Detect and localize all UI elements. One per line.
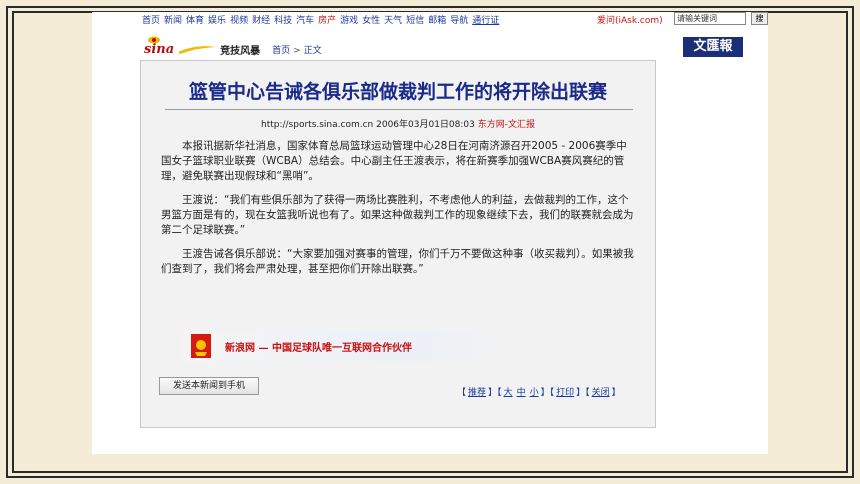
search-input[interactable]	[674, 12, 746, 25]
nav-item[interactable]: 视频	[230, 16, 248, 26]
article-paragraph: 本报讯据新华社消息，国家体育总局篮球运动管理中心28日在河南济源召开2005 -…	[161, 140, 627, 182]
article-paragraph: 王渡告诫各俱乐部说：“大家要加强对赛事的管理，你们千万不要做这种事（收买裁判）。…	[161, 248, 634, 275]
nav-item[interactable]: 体育	[186, 16, 204, 26]
nav-item[interactable]: 通行证	[472, 16, 499, 26]
nav-item[interactable]: 女性	[362, 16, 380, 26]
sina-logo[interactable]: sina	[144, 36, 174, 57]
article-date: 2006年03月01日08:03	[376, 120, 475, 130]
nav-item[interactable]: 汽车	[296, 16, 314, 26]
article-paragraph: 王渡说：“我们有些俱乐部为了获得一两场比赛胜利，不考虑他人的利益，去做裁判的工作…	[161, 194, 634, 236]
article-url: http://sports.sina.com.cn	[260, 120, 374, 130]
font-medium-link[interactable]: 中	[517, 388, 526, 398]
banner-text: 新浪网 — 中国足球队唯一互联网合作伙伴	[225, 342, 412, 354]
close-link[interactable]: 关闭	[592, 388, 610, 398]
article-tools: 【推荐 】【大中小】【 打印 】【 关闭】	[457, 388, 621, 398]
article-title: 篮管中心告诫各俱乐部做裁判工作的将开除出联赛	[188, 81, 607, 103]
nav-item[interactable]: 房产	[318, 16, 336, 26]
font-small-link[interactable]: 小	[530, 388, 539, 398]
nav-item[interactable]: 短信	[406, 16, 424, 26]
swoosh-icon	[178, 46, 217, 54]
article-panel: 篮管中心告诫各俱乐部做裁判工作的将开除出联赛 http://sports.sin…	[140, 60, 656, 428]
article-body: 本报讯据新华社消息，国家体育总局篮球运动管理中心28日在河南济源召开2005 -…	[161, 139, 637, 286]
page-screenshot: 首页 新闻 体育 娱乐 视频 财经 科技 汽车 房产 游戏 女性 天气 短信 邮箱 导航 通行证 爱问(iAs…	[92, 12, 768, 454]
nav-item[interactable]: 新闻	[164, 16, 182, 26]
nav-item[interactable]: 首页	[142, 16, 160, 26]
nav-item[interactable]: 财经	[252, 16, 270, 26]
top-nav: 首页 新闻 体育 娱乐 视频 财经 科技 汽车 房产 游戏 女性 天气 短信 邮箱 导航 通行证	[142, 13, 503, 27]
breadcrumb-current[interactable]: 正文	[304, 46, 322, 56]
breadcrumb-separator: >	[293, 45, 301, 56]
breadcrumb: 首页 > 正文	[272, 43, 322, 56]
nav-item[interactable]: 游戏	[340, 16, 358, 26]
brand-bar: sina 竞技风暴 首页 > 正文	[144, 36, 322, 60]
nav-item[interactable]: 科技	[274, 16, 292, 26]
nav-item[interactable]: 邮箱	[428, 16, 446, 26]
font-large-link[interactable]: 大	[504, 388, 513, 398]
newspaper-logo: 文匯報	[683, 37, 743, 57]
article-source[interactable]: 东方网-文汇报	[478, 120, 535, 130]
breadcrumb-home[interactable]: 首页	[272, 46, 290, 56]
nav-item[interactable]: 导航	[450, 16, 468, 26]
nav-item[interactable]: 天气	[384, 16, 402, 26]
section-name: 竞技风暴	[220, 45, 261, 57]
iask-link[interactable]: 爱问(iAsk.com)	[597, 13, 663, 26]
recommend-link[interactable]: 推荐	[468, 388, 486, 398]
search-button[interactable]: 搜	[751, 12, 768, 25]
sina-eye-icon	[148, 36, 160, 43]
print-link[interactable]: 打印	[556, 388, 574, 398]
article-meta: http://sports.sina.com.cn 2006年03月01日08:…	[141, 117, 655, 130]
nav-item[interactable]: 娱乐	[208, 16, 226, 26]
title-divider	[165, 109, 633, 110]
send-to-phone-button[interactable]: 发送本新闻到手机	[159, 377, 259, 395]
flag-emblem-icon	[191, 334, 211, 358]
partner-banner[interactable]: 新浪网 — 中国足球队唯一互联网合作伙伴	[183, 331, 501, 361]
